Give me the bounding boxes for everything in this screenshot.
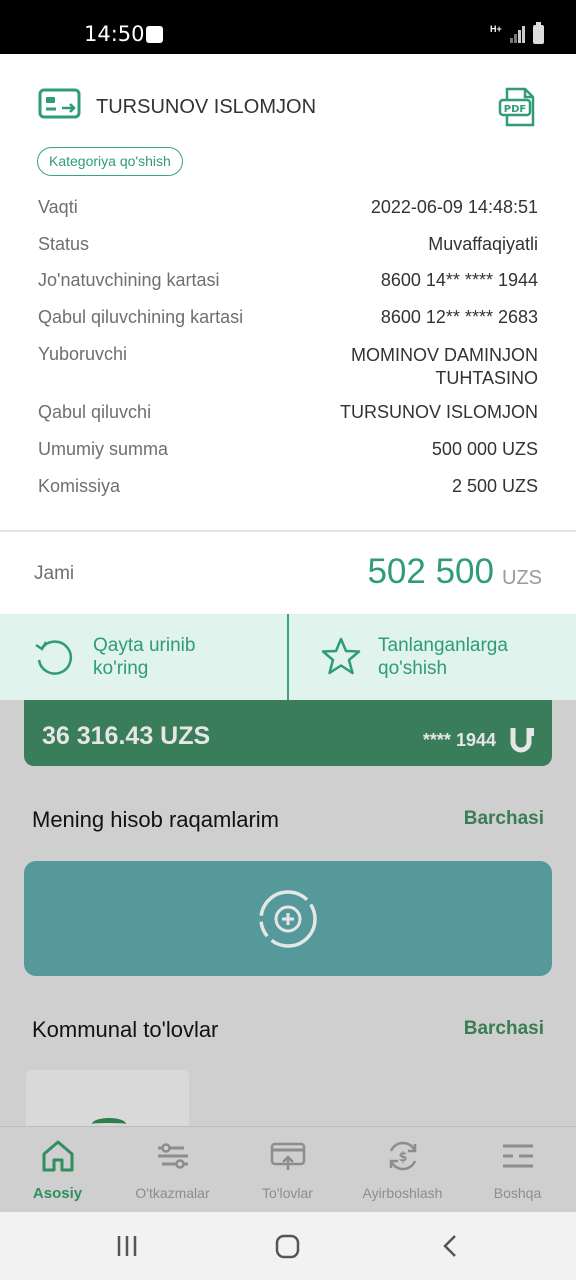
detail-value: 8600 12** **** 2683	[380, 307, 538, 327]
favorites-label: Tanlanganlarga qo'shish	[378, 634, 558, 680]
receipt-actions: Qayta urinib ko'ring Tanlanganlarga qo's…	[0, 614, 576, 700]
nav-label: To'lovlar	[262, 1185, 313, 1201]
accounts-section-title: Mening hisob raqamlarim	[32, 807, 279, 832]
add-to-favorites-button[interactable]: Tanlanganlarga qo'shish	[289, 614, 576, 700]
transaction-receipt: TURSUNOV ISLOMJON PDF Kategoriya qo'shis…	[0, 54, 576, 530]
accounts-see-all-link[interactable]: Barchasi	[464, 808, 544, 830]
card-balance: 36 316.43 UZS	[42, 722, 211, 750]
detail-value: 500 000 UZS	[431, 439, 538, 459]
nav-label: Boshqa	[493, 1185, 542, 1201]
svg-text:PDF: PDF	[504, 104, 526, 115]
detail-label: Qabul qiluvchining kartasi	[38, 307, 244, 327]
detail-label: Komissiya	[38, 476, 121, 496]
nav-item-home[interactable]: Asosiy	[0, 1127, 115, 1213]
detail-row-time: Vaqti 2022-06-09 14:48:51	[38, 197, 538, 218]
nav-item-transfers[interactable]: O'tkazmalar	[115, 1127, 230, 1213]
star-icon	[321, 636, 361, 681]
home-button[interactable]	[275, 1234, 300, 1264]
detail-row-sender-card: Jo'natuvchining kartasi 8600 14** **** 1…	[38, 270, 538, 291]
favorites-label-line2: qo'shish	[378, 658, 448, 679]
total-amount: 502 500	[367, 552, 494, 591]
nav-label: O'tkazmalar	[135, 1185, 210, 1201]
detail-row-amount: Umumiy summa 500 000 UZS	[38, 439, 538, 460]
utilities-see-all-link[interactable]: Barchasi	[464, 1018, 544, 1040]
detail-value: MOMINOV DAMINJON TUHTASINO	[351, 344, 538, 390]
detail-row-status: Status Muvaffaqiyatli	[38, 234, 538, 255]
detail-row-receiver: Qabul qiluvchi TURSUNOV ISLOMJON	[38, 402, 538, 423]
retry-button[interactable]: Qayta urinib ko'ring	[0, 614, 287, 700]
bank-card[interactable]: 36 316.43 UZS **** 1944	[24, 700, 552, 766]
recipient-name: TURSUNOV ISLOMJON	[96, 96, 317, 118]
retry-icon	[33, 636, 75, 683]
signal-icon	[510, 26, 526, 43]
detail-label: Status	[38, 234, 90, 254]
detail-row-receiver-card: Qabul qiluvchining kartasi 8600 12** ***…	[38, 307, 538, 328]
home-icon	[40, 1139, 76, 1178]
nav-item-exchange[interactable]: $ Ayirboshlash	[345, 1127, 460, 1213]
total-row: Jami 502 500 UZS	[0, 532, 576, 614]
recent-apps-button[interactable]	[115, 1234, 139, 1263]
wifi-icon	[146, 26, 163, 43]
detail-value: 2 500 UZS	[451, 476, 538, 496]
back-button[interactable]	[440, 1234, 460, 1263]
payments-icon	[270, 1139, 306, 1178]
nav-item-payments[interactable]: To'lovlar	[230, 1127, 345, 1213]
retry-label-line1: Qayta urinib	[93, 635, 196, 656]
detail-value: Muvaffaqiyatli	[428, 234, 538, 254]
exchange-icon: $	[385, 1139, 421, 1178]
add-account-button[interactable]	[24, 861, 552, 976]
svg-text:$: $	[398, 1150, 407, 1165]
detail-row-sender: Yuboruvchi MOMINOV DAMINJON TUHTASINO	[38, 344, 538, 388]
nav-label: Asosiy	[32, 1185, 83, 1202]
menu-icon	[500, 1139, 536, 1178]
nav-label: Ayirboshlash	[362, 1185, 443, 1201]
card-transfer-icon	[38, 88, 81, 126]
detail-value: 8600 14** **** 1944	[380, 270, 538, 290]
total-label: Jami	[34, 563, 75, 584]
utility-service-tile[interactable]	[26, 1070, 189, 1130]
utilities-section-title: Kommunal to'lovlar	[32, 1017, 219, 1042]
sender-name-line1: MOMINOV DAMINJON	[351, 345, 538, 365]
detail-label: Vaqti	[38, 197, 78, 217]
detail-label: Jo'natuvchining kartasi	[38, 270, 220, 290]
pdf-icon[interactable]: PDF	[498, 86, 540, 133]
detail-row-commission: Komissiya 2 500 UZS	[38, 476, 538, 497]
card-masked-number: **** 1944	[422, 730, 496, 750]
nav-item-more[interactable]: Boshqa	[460, 1127, 575, 1213]
battery-icon	[533, 22, 544, 44]
bottom-navigation: Asosiy O'tkazmalar To'lovlar $ Ayirboshl…	[0, 1126, 576, 1212]
favorites-label-line1: Tanlanganlarga	[378, 635, 508, 656]
sender-name-line2: TUHTASINO	[435, 368, 538, 388]
detail-label: Yuboruvchi	[38, 344, 128, 364]
system-navigation-bar	[0, 1212, 576, 1280]
total-currency: UZS	[502, 567, 542, 589]
detail-label: Umumiy summa	[38, 439, 169, 459]
status-time: 14:50	[84, 22, 145, 46]
detail-label: Qabul qiluvchi	[38, 402, 152, 422]
network-type: H+	[490, 24, 502, 34]
detail-value: TURSUNOV ISLOMJON	[339, 402, 538, 422]
add-circle-icon	[258, 889, 318, 954]
retry-label: Qayta urinib ko'ring	[93, 634, 273, 680]
add-category-button[interactable]: Kategoriya qo'shish	[37, 147, 183, 176]
card-brand-logo	[510, 726, 536, 759]
status-bar: 14:50 H+	[0, 0, 576, 54]
transfers-icon	[155, 1139, 191, 1178]
detail-value: 2022-06-09 14:48:51	[370, 197, 538, 217]
retry-label-line2: ko'ring	[93, 658, 149, 679]
